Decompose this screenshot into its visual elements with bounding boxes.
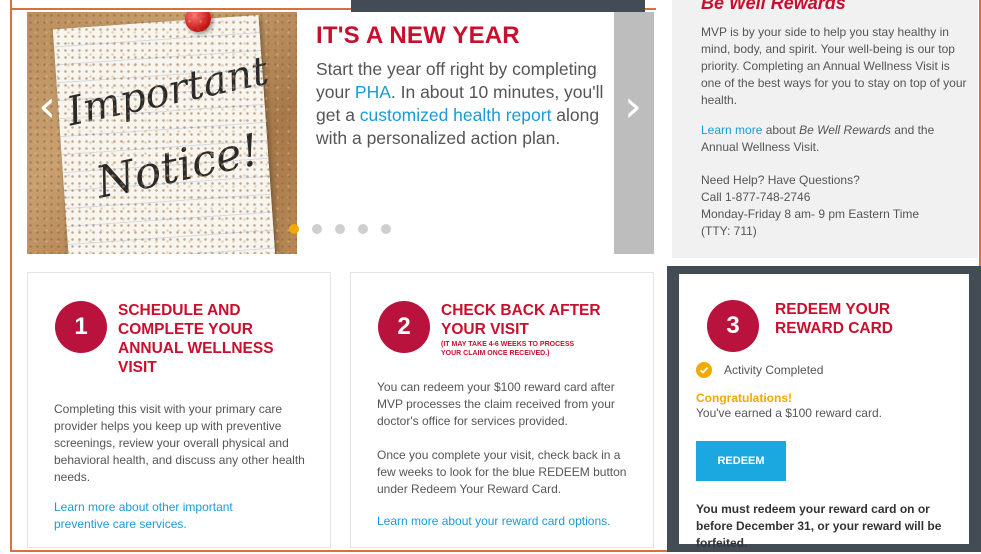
step-card-3-frame: 3 REDEEM YOUR REWARD CARD Activity Compl… xyxy=(667,266,981,552)
learn-more-link[interactable]: Learn more xyxy=(701,123,762,137)
learn-more-program-name: Be Well Rewards xyxy=(799,123,891,137)
redeem-deadline-warning: You must redeem your reward card on or b… xyxy=(696,502,942,550)
step-1-title-line: SCHEDULE AND xyxy=(118,302,241,319)
top-dark-tab xyxy=(351,0,645,12)
step-1-body: Completing this visit with your primary … xyxy=(54,402,305,484)
step-3-title-line: REWARD CARD xyxy=(775,320,893,337)
carousel-next-arrow-icon[interactable]: › xyxy=(623,82,643,132)
step-number-badge: 2 xyxy=(378,301,430,353)
activity-status: Activity Completed xyxy=(724,363,824,377)
step-2-title-line: CHECK BACK AFTER xyxy=(441,302,601,319)
step-3-title-line: REDEEM YOUR xyxy=(775,301,891,318)
step-number-badge: 3 xyxy=(707,300,759,352)
carousel-dot[interactable] xyxy=(358,224,368,234)
step-1-title-line: VISIT xyxy=(118,359,157,376)
step-card-1: 1 SCHEDULE AND COMPLETE YOUR ANNUAL WELL… xyxy=(27,272,331,548)
be-well-rewards-panel: Be Well Rewards MVP is by your side to h… xyxy=(672,0,978,258)
note-text-important: Important xyxy=(62,47,273,136)
info-learn-more: Learn more about Be Well Rewards and the… xyxy=(701,122,971,156)
pha-link[interactable]: PHA xyxy=(355,82,391,102)
hero-carousel: Important Notice! ‹ › IT'S A NEW YEAR St… xyxy=(27,12,654,254)
carousel-prev-arrow-icon[interactable]: ‹ xyxy=(37,82,57,132)
learn-more-mid: about xyxy=(762,123,800,137)
earned-text: You've earned a $100 reward card. xyxy=(696,406,882,420)
step-2-body: Once you complete your visit, check back… xyxy=(377,448,627,496)
info-paragraph: MVP is by your side to help you stay hea… xyxy=(701,25,967,107)
step-2-title-line: YOUR VISIT xyxy=(441,321,529,338)
reward-card-options-link[interactable]: Learn more about your reward card option… xyxy=(377,513,637,530)
carousel-dot[interactable] xyxy=(335,224,345,234)
health-report-link[interactable]: customized health report xyxy=(360,105,552,125)
step-card-3: 3 REDEEM YOUR REWARD CARD Activity Compl… xyxy=(679,274,969,550)
help-tty: (TTY: 711) xyxy=(701,224,757,238)
help-contact: Need Help? Have Questions? Call 1-877-74… xyxy=(701,172,971,240)
step-2-title: CHECK BACK AFTER YOUR VISIT xyxy=(441,301,601,339)
help-question: Need Help? Have Questions? xyxy=(701,173,860,187)
carousel-dot[interactable] xyxy=(289,224,299,234)
frame-left-border xyxy=(10,0,12,552)
step-1-title-line: COMPLETE YOUR xyxy=(118,321,253,338)
info-heading: Be Well Rewards xyxy=(701,0,846,13)
carousel-dots xyxy=(289,224,391,234)
help-phone: Call 1-877-748-2746 xyxy=(701,190,811,204)
step-2-subtitle: (IT MAY TAKE 4-6 WEEKS TO PROCESS YOUR C… xyxy=(441,340,574,358)
step-card-2: 2 CHECK BACK AFTER YOUR VISIT (IT MAY TA… xyxy=(350,272,654,548)
step-2-subtitle-line: YOUR CLAIM ONCE RECEIVED.) xyxy=(441,350,550,357)
step-2-subtitle-line: (IT MAY TAKE 4-6 WEEKS TO PROCESS xyxy=(441,341,575,348)
check-circle-icon xyxy=(696,362,712,378)
carousel-slide-body: Start the year off right by completing y… xyxy=(316,58,608,150)
step-number-badge: 1 xyxy=(55,301,107,353)
redeem-button[interactable]: REDEEM xyxy=(696,441,786,481)
step-1-title-line: ANNUAL WELLNESS xyxy=(118,340,274,357)
carousel-dot[interactable] xyxy=(312,224,322,234)
note-text-notice: Notice! xyxy=(91,124,264,209)
notice-paper-image: Important Notice! xyxy=(52,15,276,254)
step-3-title: REDEEM YOUR REWARD CARD xyxy=(775,300,893,338)
carousel-dot[interactable] xyxy=(381,224,391,234)
step-1-title: SCHEDULE AND COMPLETE YOUR ANNUAL WELLNE… xyxy=(118,301,274,377)
preventive-care-link[interactable]: Learn more about other important prevent… xyxy=(54,499,274,533)
carousel-slide-title: IT'S A NEW YEAR xyxy=(316,22,520,49)
step-2-body: You can redeem your $100 reward card aft… xyxy=(377,380,615,428)
corkboard-image: Important Notice! xyxy=(27,12,297,254)
help-hours: Monday-Friday 8 am- 9 pm Eastern Time xyxy=(701,207,920,221)
carousel-side-band xyxy=(614,12,654,254)
push-pin-icon xyxy=(185,12,211,32)
